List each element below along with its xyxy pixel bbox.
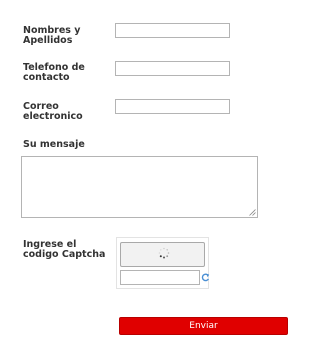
name-label: Nombres y Apellidos — [23, 25, 81, 46]
captcha-widget — [116, 237, 210, 289]
name-input[interactable] — [115, 23, 230, 38]
email-label: Correo electronico — [23, 101, 83, 122]
resize-handle-icon[interactable] — [249, 209, 256, 216]
email-input[interactable] — [115, 99, 230, 114]
loading-spinner-icon — [158, 247, 170, 259]
phone-label: Telefono de contacto — [23, 62, 85, 83]
submit-button[interactable]: Enviar — [119, 317, 288, 335]
captcha-input[interactable] — [120, 270, 200, 285]
captcha-image — [120, 242, 205, 267]
captcha-label: Ingrese el codigo Captcha — [23, 239, 106, 260]
refresh-icon[interactable] — [201, 271, 210, 284]
message-textarea[interactable] — [21, 156, 258, 218]
phone-input[interactable] — [115, 61, 230, 76]
message-label: Su mensaje — [23, 139, 85, 150]
